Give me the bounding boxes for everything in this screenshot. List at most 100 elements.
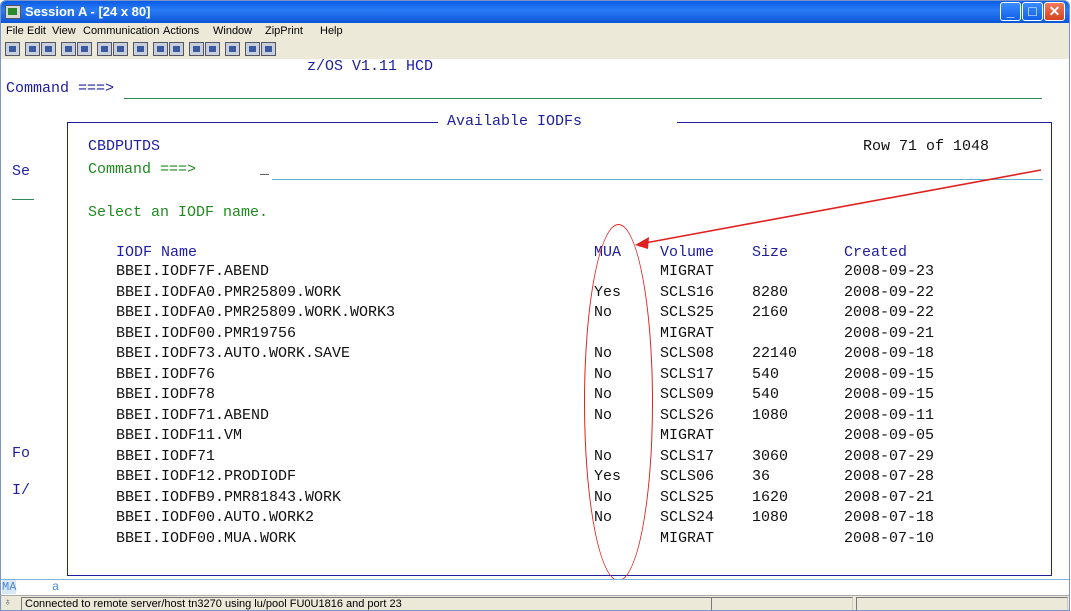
screen-header: z/OS V1.11 HCD [307, 58, 434, 75]
cell-size: 36 [752, 468, 771, 485]
iodf-row[interactable]: BBEI.IODF71 No SCLS17 3060 2008-07-29 [67, 448, 1047, 466]
toolbar-display-icon[interactable] [5, 42, 20, 56]
menu-view[interactable]: View [52, 25, 76, 37]
operator-info-area: MA a [1, 579, 1069, 595]
menu-edit[interactable]: Edit [27, 25, 46, 37]
toolbar-record-icon[interactable] [153, 42, 168, 56]
cell-size: 540 [752, 365, 780, 383]
iodf-row[interactable]: BBEI.IODF78 No SCLS09 540 2008-09-15 [67, 386, 1047, 404]
iodf-row[interactable]: BBEI.IODF11.VM MIGRAT 2008-09-05 [67, 427, 1047, 445]
toolbar-map-icon[interactable] [205, 42, 220, 56]
cell-size: 2160 [752, 304, 789, 321]
cell-volume: SCLS26 [660, 406, 715, 424]
label-io: I/ [12, 482, 31, 499]
menu-actions[interactable]: Actions [163, 25, 199, 37]
iodf-row[interactable]: BBEI.IODF73.AUTO.WORK.SAVE No SCLS08 22140 2… [67, 345, 1047, 363]
close-icon[interactable]: ✕ [1044, 2, 1065, 21]
toolbar-print-screen-icon[interactable] [97, 42, 112, 56]
menu-communication[interactable]: Communication [83, 25, 159, 37]
cell-created: 2008-07-21 [844, 488, 935, 506]
cell-created: 2008-09-15 [844, 386, 935, 403]
iodf-row[interactable]: BBEI.IODFA0.PMR25809.WORK Yes SCLS16 8280 20… [67, 284, 1047, 302]
cell-created: 2008-09-21 [844, 324, 935, 342]
status-panel-2 [856, 597, 1068, 610]
label-fo: Fo [12, 445, 31, 462]
cell-size: 1620 [752, 488, 789, 506]
popup-border-top-left [67, 122, 438, 123]
cell-name: BBEI.IODF73.AUTO.WORK.SAVE [116, 345, 351, 362]
menu-bar: File Edit View Communication Actions Win… [1, 23, 1069, 40]
cell-volume: SCLS24 [660, 509, 715, 526]
cell-name: BBEI.IODFB9.PMR81843.WORK [116, 488, 342, 506]
status-panel [711, 597, 853, 610]
cell-volume: SCLS17 [660, 365, 715, 383]
cell-name: BBEI.IODF71.ABEND [116, 406, 270, 424]
connection-icon: ♁ [4, 597, 12, 608]
toolbar-send-icon[interactable] [61, 42, 76, 56]
popup-title: Available IODFs [447, 113, 583, 130]
cell-size: 22140 [752, 345, 798, 362]
menu-zipprint[interactable]: ZipPrint [265, 25, 303, 37]
popup-command-input[interactable] [272, 179, 1043, 180]
outer-command-label: Command ===> [6, 80, 115, 97]
cell-volume: MIGRAT [660, 324, 715, 342]
row-info: Row 71 of 1048 [863, 138, 990, 155]
cell-volume: SCLS25 [660, 304, 715, 321]
cell-size: 3060 [752, 447, 789, 465]
minimize-icon[interactable]: _ [1000, 2, 1021, 21]
iodf-row[interactable]: BBEI.IODF76 No SCLS17 540 2008-09-15 [67, 366, 1047, 384]
iodf-row[interactable]: BBEI.IODF00.AUTO.WORK2 No SCLS24 1080 2008-0… [67, 509, 1047, 527]
col-header-iodf-name: IODF Name [116, 244, 198, 261]
maximize-icon[interactable]: □ [1022, 2, 1043, 21]
popup-border-top-right [677, 122, 1052, 123]
toolbar-paste-icon[interactable] [41, 42, 56, 56]
toolbar-receive-icon[interactable] [77, 42, 92, 56]
cell-created: 2008-09-11 [844, 406, 935, 424]
popup-border-right [1051, 122, 1052, 575]
annotation-arrow-icon [635, 169, 1042, 249]
cell-name: BBEI.IODF00.PMR19756 [116, 324, 297, 342]
emulator-window: Session A - [24 x 80] _ □ ✕ File Edit Vi… [0, 0, 1070, 611]
cursor: _ [260, 161, 270, 178]
available-iodfs-popup: Available IODFs CBDPUTDS Row 71 of 1048 … [67, 113, 1052, 576]
toolbar-keypad-icon[interactable] [189, 42, 204, 56]
toolbar-copy-icon[interactable] [25, 42, 40, 56]
cell-name: BBEI.IODFA0.PMR25809.WORK.WORK3 [116, 304, 396, 321]
menu-help[interactable]: Help [320, 25, 343, 37]
iodf-row[interactable]: BBEI.IODF7F.ABEND MIGRAT 2008-09-23 [67, 263, 1047, 281]
iodf-row[interactable]: BBEI.IODF71.ABEND No SCLS26 1080 2008-09-11 [67, 407, 1047, 425]
cell-name: BBEI.IODFA0.PMR25809.WORK [116, 283, 342, 301]
toolbar-print-icon[interactable] [113, 42, 128, 56]
iodf-row[interactable]: BBEI.IODFB9.PMR81843.WORK No SCLS25 1620 200… [67, 489, 1047, 507]
menu-file[interactable]: File [6, 25, 24, 37]
cell-created: 2008-07-28 [844, 468, 935, 485]
cell-volume: SCLS25 [660, 488, 715, 506]
toolbar-macro-icon[interactable] [133, 42, 148, 56]
cell-volume: MIGRAT [660, 427, 715, 444]
cell-name: BBEI.IODF12.PRODIODF [116, 468, 297, 485]
terminal-screen[interactable]: z/OS V1.11 HCD Command ===> Se Fo I/ Ava… [1, 58, 1069, 581]
outer-command-input[interactable] [124, 98, 1042, 99]
toolbar-play-icon[interactable] [169, 42, 184, 56]
toolbar-help-icon[interactable] [245, 42, 260, 56]
iodf-row[interactable]: BBEI.IODFA0.PMR25809.WORK.WORK3 No SCLS25 2… [67, 304, 1047, 322]
cell-volume: SCLS16 [660, 283, 715, 301]
iodf-row[interactable]: BBEI.IODF00.PMR19756 MIGRAT 2008-09-21 [67, 325, 1047, 343]
cell-created: 2008-09-15 [844, 365, 935, 383]
status-message: Connected to remote server/host tn3270 u… [21, 597, 712, 610]
mua-highlight-ellipse [584, 224, 653, 581]
cell-size: 540 [752, 386, 780, 403]
cell-volume: SCLS06 [660, 468, 715, 485]
toolbar-edit-icon[interactable] [261, 42, 276, 56]
cell-name: BBEI.IODF00.MUA.WORK [116, 529, 297, 547]
selection-field[interactable] [12, 199, 34, 200]
iodf-row[interactable]: BBEI.IODF00.MUA.WORK MIGRAT 2008-07-10 [67, 530, 1047, 548]
cell-created: 2008-07-29 [844, 447, 935, 465]
popup-border-bottom [67, 575, 1052, 576]
cell-created: 2008-09-05 [844, 427, 935, 444]
menu-window[interactable]: Window [213, 25, 252, 37]
cell-volume: SCLS17 [660, 447, 715, 465]
iodf-row[interactable]: BBEI.IODF12.PRODIODF Yes SCLS06 36 2008-07-2… [67, 468, 1047, 486]
toolbar [1, 40, 1069, 59]
toolbar-settings-icon[interactable] [225, 42, 240, 56]
